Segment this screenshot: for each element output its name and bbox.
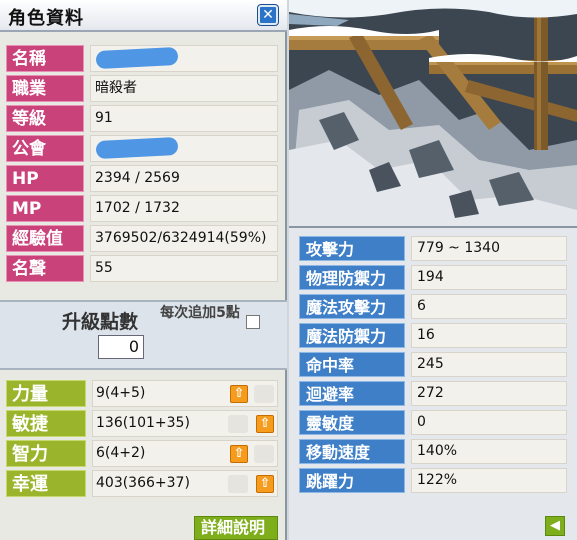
info-label-hp: HP <box>6 165 84 192</box>
detail-value-weapon-def: 194 <box>411 265 567 290</box>
detail-label-attack: 攻擊力 <box>299 236 405 261</box>
info-value-name <box>90 45 278 72</box>
detail-label-magic-atk: 魔法攻擊力 <box>299 294 405 319</box>
detail-row-speed: 移動速度 140% <box>299 439 567 465</box>
detail-value-jump: 122% <box>411 468 567 493</box>
level-points-label: 升級點數 <box>62 311 139 333</box>
detail-row-magic-atk: 魔法攻擊力 6 <box>299 294 567 320</box>
detail-value-magic-def: 16 <box>411 323 567 348</box>
info-label-level: 等級 <box>6 105 84 132</box>
arrow-left-icon: ◀ <box>550 518 560 533</box>
stat-label-int: 智力 <box>6 440 86 467</box>
detail-stats-panel: 攻擊力 779 ~ 1340 物理防禦力 194 魔法攻擊力 6 魔法防禦力 1… <box>289 226 577 540</box>
arrow-up-icon: ⇧ <box>259 416 271 431</box>
info-row-name: 名稱 <box>6 44 278 73</box>
arrow-up-icon: ⇧ <box>233 386 245 401</box>
info-value-guild <box>90 135 278 162</box>
detail-row-accuracy: 命中率 245 <box>299 352 567 378</box>
info-row-hp: HP 2394 / 2569 <box>6 164 278 193</box>
detail-value-attack: 779 ~ 1340 <box>411 236 567 261</box>
info-value-exp: 3769502/6324914(59%) <box>90 225 278 252</box>
info-row-guild: 公會 <box>6 134 278 163</box>
stat-value-dex: 136(101+35) <box>92 410 278 437</box>
detail-button[interactable]: 詳細說明 › <box>194 516 278 540</box>
info-label-fame: 名聲 <box>6 255 84 282</box>
stat-value-str: 9(4+5) <box>92 380 278 407</box>
stat-row-dex: 敏捷 136(101+35) ⇧ <box>6 410 278 438</box>
detail-value-accuracy: 245 <box>411 352 567 377</box>
info-label-guild: 公會 <box>6 135 84 162</box>
auto-add-label: 每次追加5點 <box>160 305 240 321</box>
level-points-panel: 升級點數 每次追加5點 0 <box>0 300 287 370</box>
arrow-up-icon: ⇧ <box>259 476 271 491</box>
info-value-hp: 2394 / 2569 <box>90 165 278 192</box>
stat-value-int: 6(4+2) <box>92 440 278 467</box>
raise-str-button[interactable]: ⇧ <box>230 385 248 403</box>
detail-button-label: 詳細說明 <box>201 518 266 537</box>
button-slot <box>254 445 274 463</box>
info-row-fame: 名聲 55 <box>6 254 278 283</box>
detail-value-magic-atk: 6 <box>411 294 567 319</box>
info-row-exp: 經驗值 3769502/6324914(59%) <box>6 224 278 253</box>
arrow-up-icon: ⇧ <box>233 446 245 461</box>
auto-add-checkbox[interactable] <box>246 315 260 329</box>
detail-value-avoid: 272 <box>411 381 567 406</box>
stat-label-luk: 幸運 <box>6 470 86 497</box>
stat-row-int: 智力 6(4+2) ⇧ <box>6 440 278 468</box>
info-row-mp: MP 1702 / 1732 <box>6 194 278 223</box>
redaction-scribble <box>95 46 179 70</box>
detail-value-speed: 140% <box>411 439 567 464</box>
stat-row-str: 力量 9(4+5) ⇧ <box>6 380 278 408</box>
redaction-scribble <box>95 136 179 160</box>
detail-row-magic-def: 魔法防禦力 16 <box>299 323 567 349</box>
detail-row-weapon-def: 物理防禦力 194 <box>299 265 567 291</box>
detail-label-magic-def: 魔法防禦力 <box>299 323 405 348</box>
stat-label-dex: 敏捷 <box>6 410 86 437</box>
stat-row-luk: 幸運 403(366+37) ⇧ <box>6 470 278 498</box>
info-value-job: 暗殺者 <box>90 75 278 102</box>
level-points-value: 0 <box>98 335 144 359</box>
close-button[interactable]: ✕ <box>258 5 278 25</box>
collapse-detail-button[interactable]: ◀ <box>545 516 565 536</box>
detail-row-avoid: 迴避率 272 <box>299 381 567 407</box>
raise-dex-button[interactable]: ⇧ <box>256 415 274 433</box>
button-slot <box>228 475 248 493</box>
info-label-mp: MP <box>6 195 84 222</box>
button-slot <box>254 385 274 403</box>
info-label-exp: 經驗值 <box>6 225 84 252</box>
character-info-window: 角色資料 ✕ 名稱 職業 暗殺者 等級 91 公會 HP 2394 / 2569… <box>0 0 287 540</box>
detail-label-speed: 移動速度 <box>299 439 405 464</box>
title-bar[interactable]: 角色資料 ✕ <box>0 0 287 32</box>
info-label-job: 職業 <box>6 75 84 102</box>
info-value-fame: 55 <box>90 255 278 282</box>
close-icon: ✕ <box>262 7 274 23</box>
raise-int-button[interactable]: ⇧ <box>230 445 248 463</box>
info-row-job: 職業 暗殺者 <box>6 74 278 103</box>
info-label-name: 名稱 <box>6 45 84 72</box>
detail-label-weapon-def: 物理防禦力 <box>299 265 405 290</box>
stat-value-luk: 403(366+37) <box>92 470 278 497</box>
info-row-level: 等級 91 <box>6 104 278 133</box>
info-value-level: 91 <box>90 105 278 132</box>
detail-row-jump: 跳躍力 122% <box>299 468 567 494</box>
detail-row-attack: 攻擊力 779 ~ 1340 <box>299 236 567 262</box>
window-title: 角色資料 <box>8 8 84 29</box>
detail-label-accuracy: 命中率 <box>299 352 405 377</box>
stat-label-str: 力量 <box>6 380 86 407</box>
button-slot <box>228 415 248 433</box>
detail-label-avoid: 迴避率 <box>299 381 405 406</box>
game-scene-background <box>289 0 577 226</box>
detail-value-hands: 0 <box>411 410 567 435</box>
info-value-mp: 1702 / 1732 <box>90 195 278 222</box>
scene-illustration <box>289 0 577 226</box>
detail-row-hands: 靈敏度 0 <box>299 410 567 436</box>
detail-label-hands: 靈敏度 <box>299 410 405 435</box>
raise-luk-button[interactable]: ⇧ <box>256 475 274 493</box>
detail-label-jump: 跳躍力 <box>299 468 405 493</box>
